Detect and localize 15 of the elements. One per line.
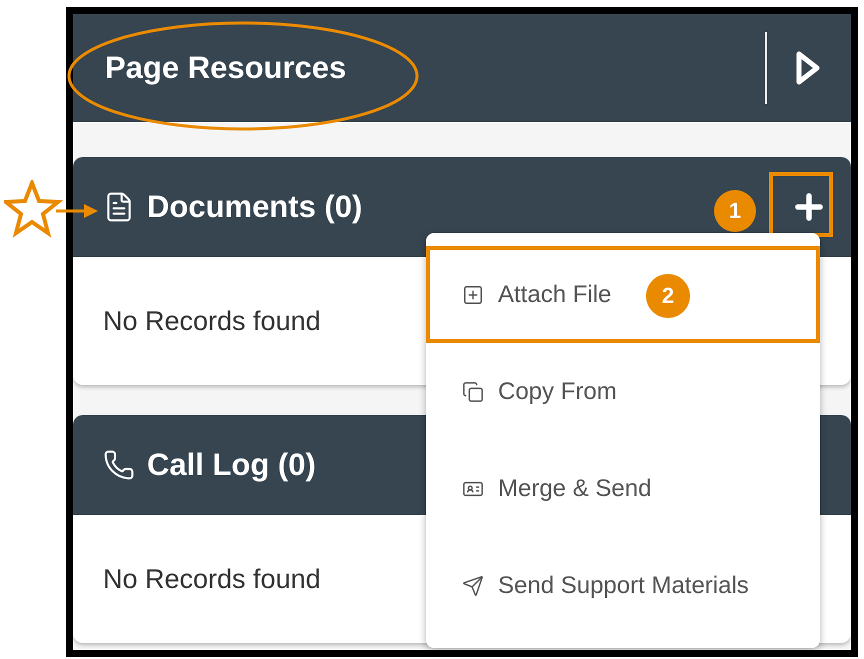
menu-item[interactable]: Attach File xyxy=(432,252,624,337)
phone-icon xyxy=(103,449,135,481)
panel-title: Page Resources xyxy=(105,50,348,86)
section-title: Call Log (0) xyxy=(147,447,316,483)
section-title: Documents (0) xyxy=(147,189,362,225)
add-square-icon xyxy=(462,284,484,306)
menu-item[interactable]: Merge & Send xyxy=(432,446,664,531)
empty-message: No Records found xyxy=(103,564,321,594)
empty-message: No Records found xyxy=(103,306,321,336)
collapse-icon[interactable] xyxy=(795,50,821,86)
menu-item[interactable]: Copy From xyxy=(432,349,629,434)
send-icon xyxy=(462,574,484,596)
step-badge: 2 xyxy=(646,274,690,318)
copy-icon xyxy=(462,380,484,402)
menu-item[interactable]: Send Support Materials xyxy=(432,543,761,628)
